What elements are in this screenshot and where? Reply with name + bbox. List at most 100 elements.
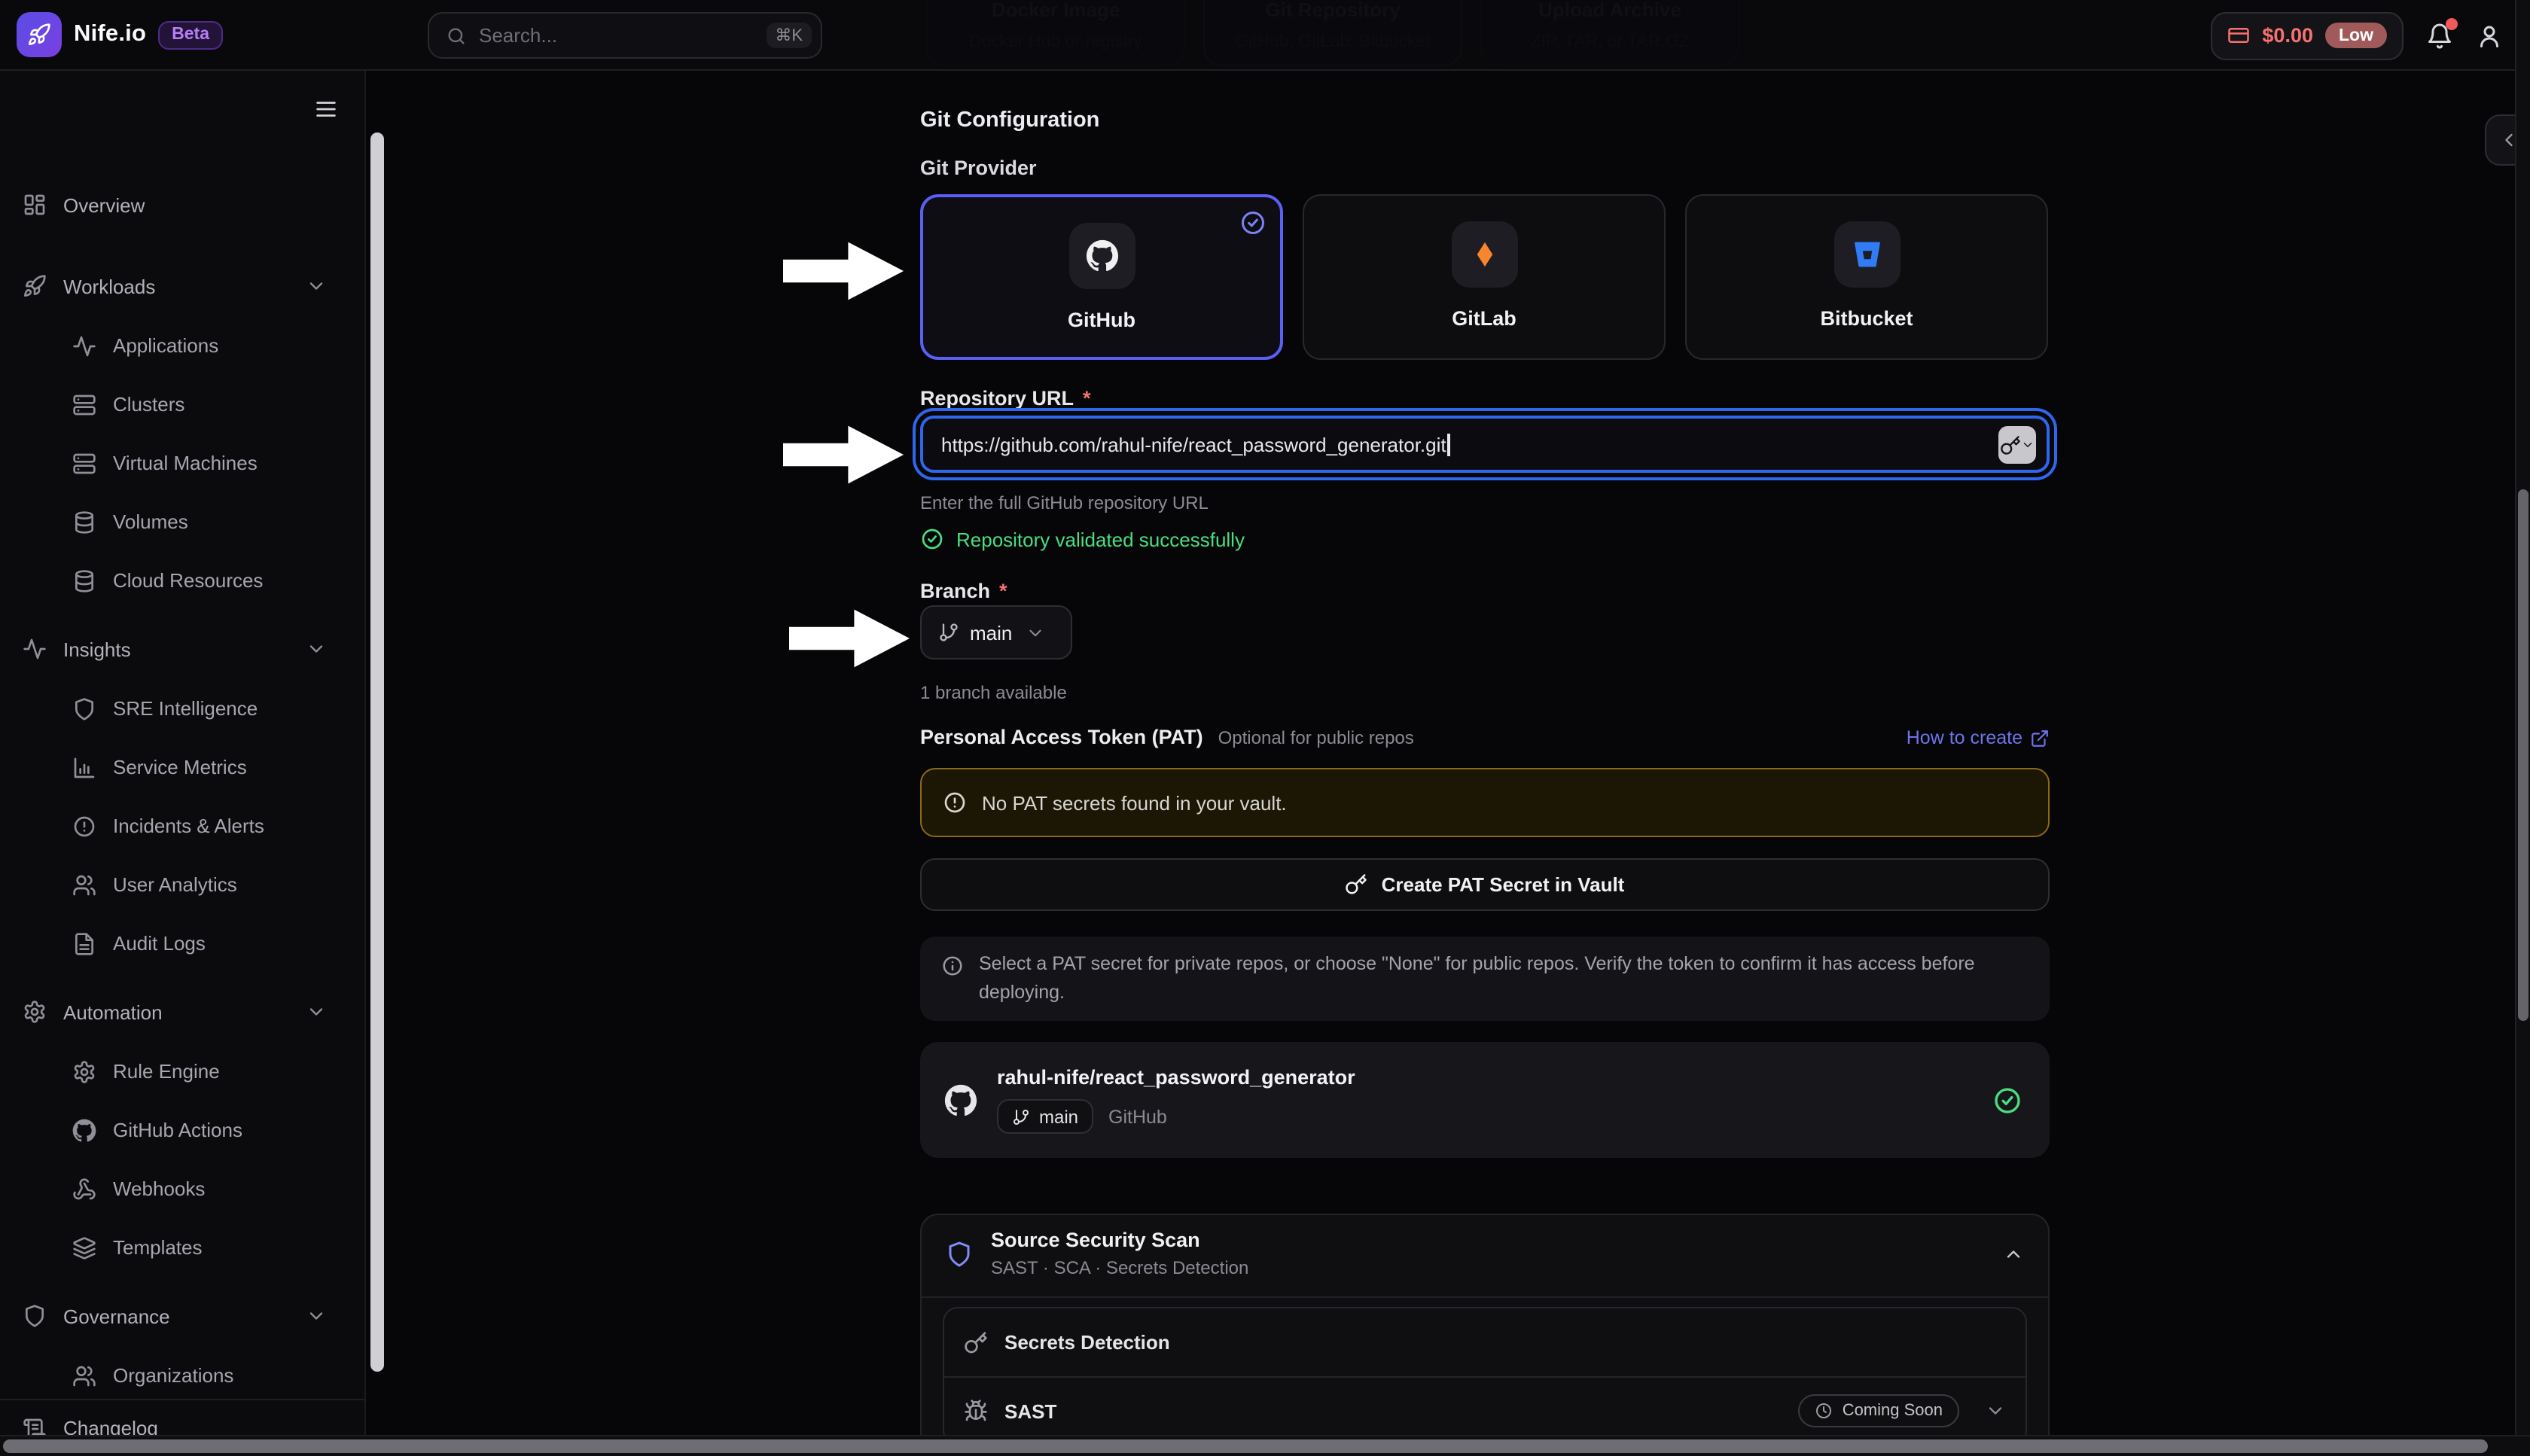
pat-optional-text: Optional for public repos — [1218, 727, 1414, 748]
sidebar-item-rule-engine[interactable]: Rule Engine — [0, 1042, 364, 1101]
provider-card-gitlab[interactable]: GitLab — [1303, 194, 1666, 360]
main-content: Git Configuration Git Provider GitHubGit… — [366, 0, 2515, 1456]
repository-name: rahul-nife/react_password_generator — [997, 1066, 1355, 1089]
search-input[interactable]: Search... ⌘K — [428, 12, 822, 59]
provider-card-github[interactable]: GitHub — [920, 194, 1283, 360]
branch-dropdown[interactable]: main — [920, 605, 1072, 659]
provider-name: GitHub — [1108, 1106, 1167, 1127]
repository-url-input[interactable]: https://github.com/rahul-nife/react_pass… — [920, 416, 2050, 473]
horizontal-scrollbar-thumb[interactable] — [3, 1439, 2488, 1452]
external-link-icon — [2030, 728, 2050, 748]
webhook-icon — [72, 1177, 96, 1201]
user-icon — [2476, 22, 2503, 49]
pat-header: Personal Access Token (PAT) Optional for… — [920, 726, 2050, 748]
chart-icon — [72, 755, 96, 779]
branch-count-info: 1 branch available — [920, 682, 2050, 703]
github-icon — [1085, 239, 1118, 273]
account-button[interactable] — [2476, 22, 2503, 49]
sidebar-item-user-analytics[interactable]: User Analytics — [0, 855, 364, 914]
brand[interactable]: Nife.io Beta — [17, 12, 223, 57]
vertical-scrollbar-thumb[interactable] — [2517, 489, 2528, 1021]
branch-label: Branch * — [920, 580, 2050, 602]
sidebar-item-organizations[interactable]: Organizations — [0, 1346, 364, 1399]
password-manager-key-button[interactable] — [1998, 426, 2036, 464]
balance-level-badge: Low — [2325, 23, 2387, 48]
layout-icon — [23, 193, 47, 217]
security-scan-panel: Secrets DetectionSASTComing Soon — [943, 1307, 2027, 1445]
sidebar-item-clusters[interactable]: Clusters — [0, 375, 364, 434]
check-circle-icon — [920, 527, 944, 551]
app-viewport: Docker ImageDocker Hub or registryGit Re… — [0, 0, 2530, 1456]
clock-icon — [1815, 1402, 1833, 1420]
pat-label: Personal Access Token (PAT) — [920, 726, 1203, 748]
how-to-create-link[interactable]: How to create — [1907, 727, 2050, 748]
git-provider-label: Git Provider — [920, 157, 2050, 179]
chevron-down-icon — [306, 1001, 327, 1022]
database-icon — [72, 568, 96, 592]
header-actions: $0.00 Low — [2211, 0, 2503, 71]
security-scan-subtitle: SAST · SCA · Secrets Detection — [991, 1257, 1248, 1278]
sidebar-item-applications[interactable]: Applications — [0, 316, 364, 375]
sidebar-item-sre-intelligence[interactable]: SRE Intelligence — [0, 679, 364, 738]
sidebar: Overview WorkloadsApplicationsClustersVir… — [0, 71, 366, 1456]
branch-value: main — [970, 621, 1012, 644]
check-circle-icon — [1239, 209, 1267, 236]
divider — [922, 1296, 2048, 1298]
bitbucket-icon — [1850, 238, 1883, 271]
key-icon — [1346, 873, 1368, 896]
sidebar-scrollbar-thumb[interactable] — [370, 133, 384, 1372]
balance-pill[interactable]: $0.00 Low — [2211, 11, 2404, 59]
notification-dot — [2446, 17, 2458, 29]
alert-circle-icon — [943, 790, 967, 815]
info-icon — [941, 955, 964, 977]
chevron-down-icon — [2021, 438, 2035, 452]
bug-icon — [964, 1399, 988, 1423]
server-icon — [72, 451, 96, 475]
sidebar-item-overview[interactable]: Overview — [0, 175, 364, 235]
sidebar-item-service-metrics[interactable]: Service Metrics — [0, 738, 364, 797]
security-scan-header[interactable]: Source Security Scan SAST · SCA · Secret… — [922, 1215, 2048, 1296]
settings-icon — [72, 1059, 96, 1083]
sidebar-item-insights[interactable]: Insights — [0, 619, 364, 679]
sidebar-item-templates[interactable]: Templates — [0, 1218, 364, 1277]
activity-icon — [72, 334, 96, 358]
github-icon — [944, 1083, 977, 1116]
settings-icon — [23, 1000, 47, 1024]
search-shortcut: ⌘K — [766, 23, 812, 48]
file-icon — [72, 931, 96, 955]
chevron-down-icon — [1985, 1400, 2006, 1421]
sidebar-item-volumes[interactable]: Volumes — [0, 492, 364, 551]
chevron-down-icon — [306, 276, 327, 297]
search-icon — [446, 25, 467, 46]
sidebar-item-virtual-machines[interactable]: Virtual Machines — [0, 434, 364, 492]
create-pat-secret-button[interactable]: Create PAT Secret in Vault — [920, 858, 2050, 911]
sidebar-item-cloud-resources[interactable]: Cloud Resources — [0, 551, 364, 610]
shield-icon — [946, 1241, 973, 1268]
brand-name: Nife.io — [74, 21, 146, 48]
chevron-up-icon — [2003, 1244, 2024, 1265]
provider-card-bitbucket[interactable]: Bitbucket — [1685, 194, 2048, 360]
repository-url-label: Repository URL * — [920, 387, 2050, 410]
top-header: Nife.io Beta Search... ⌘K $0.00 Low — [0, 0, 2530, 71]
credit-card-icon — [2227, 24, 2250, 47]
chevron-down-icon — [306, 638, 327, 659]
key-icon — [964, 1330, 988, 1354]
security-scan-title: Source Security Scan — [991, 1229, 1248, 1251]
sidebar-item-audit-logs[interactable]: Audit Logs — [0, 914, 364, 973]
repository-summary-card: rahul-nife/react_password_generator main… — [920, 1042, 2050, 1158]
sidebar-item-github-actions[interactable]: GitHub Actions — [0, 1101, 364, 1159]
git-branch-icon — [938, 622, 959, 643]
security-row-secrets-detection[interactable]: Secrets Detection — [944, 1308, 2026, 1376]
sidebar-item-webhooks[interactable]: Webhooks — [0, 1159, 364, 1218]
sidebar-item-incidents-alerts[interactable]: Incidents & Alerts — [0, 797, 364, 855]
required-asterisk: * — [1083, 387, 1091, 410]
git-configuration-title: Git Configuration — [920, 108, 2050, 133]
chevron-down-icon — [1026, 623, 1045, 642]
sidebar-item-workloads[interactable]: Workloads — [0, 256, 364, 316]
notifications-button[interactable] — [2426, 22, 2453, 49]
source-security-scan-card: Source Security Scan SAST · SCA · Secret… — [920, 1214, 2050, 1456]
sidebar-item-governance[interactable]: Governance — [0, 1286, 364, 1346]
rocket-icon — [23, 274, 47, 298]
security-row-sast[interactable]: SASTComing Soon — [944, 1376, 2026, 1444]
sidebar-item-automation[interactable]: Automation — [0, 982, 364, 1042]
